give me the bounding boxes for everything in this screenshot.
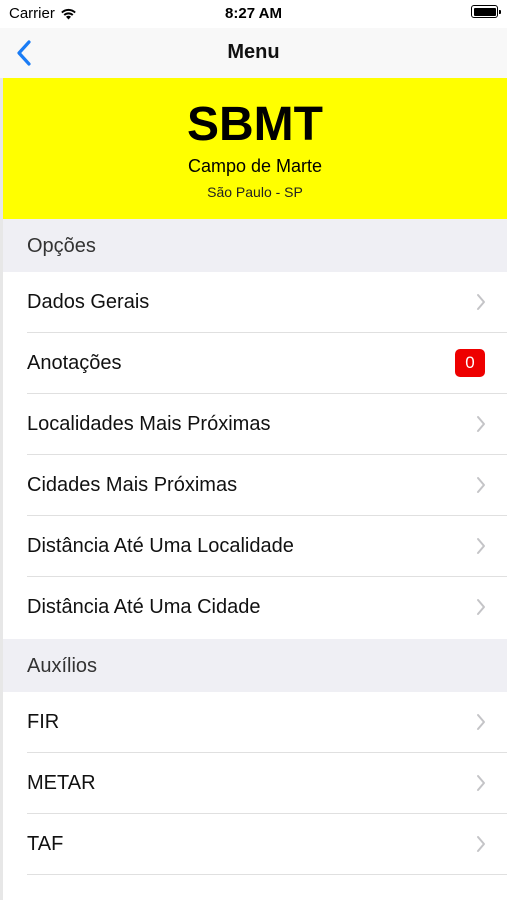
menu-item-metar[interactable]: METAR <box>3 753 507 814</box>
status-right <box>471 5 501 18</box>
chevron-right-icon <box>477 836 485 852</box>
menu-item-label: TAF <box>27 833 64 855</box>
chevron-right-icon <box>477 294 485 310</box>
section-title: Auxílios <box>27 655 98 677</box>
menu-item-dados-gerais[interactable]: Dados Gerais <box>3 272 507 333</box>
menu-item-distancia-localidade[interactable]: Distância Até Uma Localidade <box>3 516 507 577</box>
chevron-right-icon <box>477 714 485 730</box>
menu-item-fir[interactable]: FIR <box>3 692 507 753</box>
section-header-options: Opções <box>3 219 507 272</box>
menu-item-label: FIR <box>27 711 60 733</box>
menu-item-taf[interactable]: TAF <box>3 814 507 875</box>
section-title: Opções <box>27 235 96 257</box>
count-badge: 0 <box>455 349 485 377</box>
chevron-right-icon <box>477 477 485 493</box>
chevron-right-icon <box>477 775 485 791</box>
station-code: SBMT <box>187 98 323 151</box>
menu-item-label: METAR <box>27 772 96 794</box>
battery-icon <box>471 5 501 18</box>
menu-item-label: Distância Até Uma Cidade <box>27 596 261 618</box>
menu-item-localidades-mais-proximas[interactable]: Localidades Mais Próximas <box>3 394 507 455</box>
station-name: Campo de Marte <box>187 156 323 176</box>
status-bar: Carrier 8:27 AM <box>0 0 507 28</box>
menu-item-label: Anotações <box>27 352 122 374</box>
navigation-bar: Menu <box>0 28 507 78</box>
menu-item-partial[interactable] <box>3 875 507 900</box>
station-city: São Paulo - SP <box>207 184 303 200</box>
chevron-right-icon <box>477 416 485 432</box>
menu-item-label: Localidades Mais Próximas <box>27 413 271 435</box>
status-time: 8:27 AM <box>225 5 282 22</box>
menu-item-label: Dados Gerais <box>27 291 150 313</box>
station-header: SBMT Campo de Marte São Paulo - SP <box>3 78 507 219</box>
chevron-right-icon <box>477 538 485 554</box>
menu-item-distancia-cidade[interactable]: Distância Até Uma Cidade <box>3 577 507 638</box>
menu-item-label: Cidades Mais Próximas <box>27 474 238 496</box>
menu-item-cidades-mais-proximas[interactable]: Cidades Mais Próximas <box>3 455 507 516</box>
menu-item-label: Distância Até Uma Localidade <box>27 535 294 557</box>
menu-item-anotacoes[interactable]: Anotações 0 <box>3 333 507 394</box>
chevron-right-icon <box>477 599 485 615</box>
nav-title: Menu <box>227 41 280 63</box>
section-header-aids: Auxílios <box>3 639 507 692</box>
